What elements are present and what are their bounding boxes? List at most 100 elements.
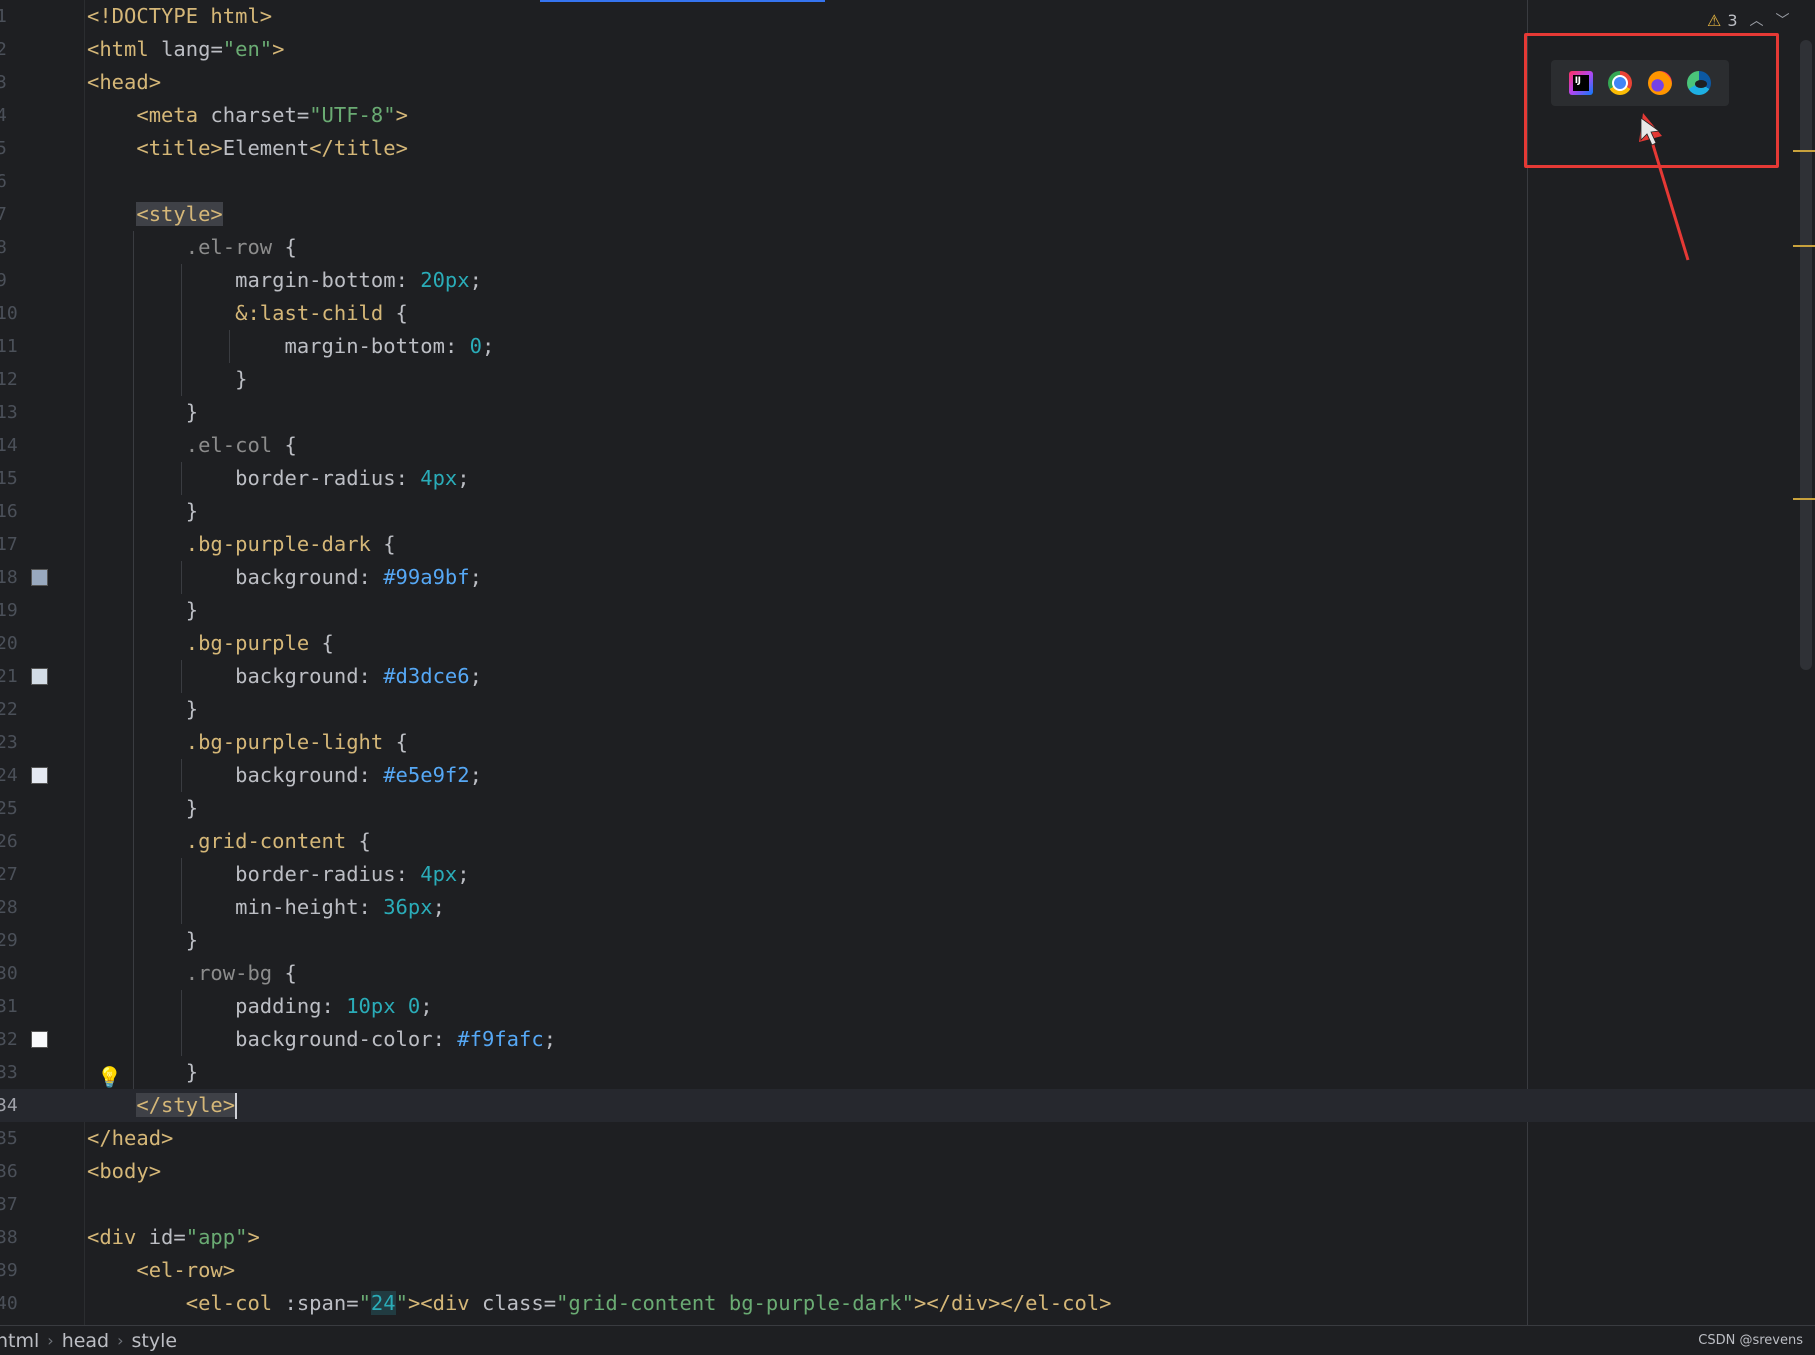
breadcrumb-item[interactable]: head [54,1330,117,1352]
code-line[interactable]: 16 } [0,495,1815,528]
line-number[interactable]: 32 [0,1023,26,1056]
line-number[interactable]: 38 [0,1221,26,1254]
annotation-highlight-box [1524,33,1779,168]
code-line[interactable]: 7 <style> [0,198,1815,231]
error-stripe-marker[interactable] [1793,498,1815,500]
line-number[interactable]: 21 [0,660,26,693]
code-line[interactable]: 10 &:last-child { [0,297,1815,330]
line-number[interactable]: 22 [0,693,26,726]
line-number[interactable]: 28 [0,891,26,924]
line-number[interactable]: 7 [0,198,26,231]
line-number[interactable]: 2 [0,33,26,66]
code-line[interactable]: 23 .bg-purple-light { [0,726,1815,759]
line-number[interactable]: 35 [0,1122,26,1155]
code-line[interactable]: 33 💡 } [0,1056,1815,1089]
code-line[interactable]: 18 background: #99a9bf; [0,561,1815,594]
code-line[interactable]: 15 border-radius: 4px; [0,462,1815,495]
code-line[interactable]: 12 } [0,363,1815,396]
code-line[interactable]: 35 </head> [0,1122,1815,1155]
line-number[interactable]: 24 [0,759,26,792]
line-number[interactable]: 19 [0,594,26,627]
code-line[interactable]: 8 .el-row { [0,231,1815,264]
breadcrumb-item[interactable]: style [124,1330,186,1352]
line-number[interactable]: 26 [0,825,26,858]
color-swatch-icon[interactable] [31,1031,48,1048]
code-line[interactable]: 39 <el-row> [0,1254,1815,1287]
breadcrumb-item[interactable]: html [0,1330,47,1352]
code-line[interactable]: 20 .bg-purple { [0,627,1815,660]
code-line[interactable]: 34 </style> [0,1089,1815,1122]
code-line[interactable]: 24 background: #e5e9f2; [0,759,1815,792]
code-line[interactable]: 26 .grid-content { [0,825,1815,858]
line-number[interactable]: 33 [0,1056,26,1089]
line-number[interactable]: 13 [0,396,26,429]
code-text: <el-row> [87,1254,235,1287]
code-token: = [346,1291,359,1315]
code-line[interactable]: 30 .row-bg { [0,957,1815,990]
line-number[interactable]: 9 [0,264,26,297]
code-line[interactable]: 9 margin-bottom: 20px; [0,264,1815,297]
line-number[interactable]: 40 [0,1287,26,1320]
chevron-up-icon[interactable]: ︿ [1750,10,1764,30]
code-line[interactable]: 28 min-height: 36px; [0,891,1815,924]
line-number[interactable]: 25 [0,792,26,825]
code-token: = [543,1291,557,1315]
line-number[interactable]: 29 [0,924,26,957]
line-number[interactable]: 31 [0,990,26,1023]
code-line[interactable]: 36 <body> [0,1155,1815,1188]
code-text: } [87,363,247,396]
line-number[interactable]: 23 [0,726,26,759]
color-swatch-icon[interactable] [31,569,48,586]
code-line[interactable]: 1 <!DOCTYPE html> [0,0,1815,33]
line-number[interactable]: 36 [0,1155,26,1188]
line-number[interactable]: 4 [0,99,26,132]
code-line[interactable]: 40 <el-col :span="24"><div class="grid-c… [0,1287,1815,1320]
code-token: ; [469,763,482,787]
line-number[interactable]: 1 [0,0,26,33]
code-editor[interactable]: 1 <!DOCTYPE html> 2 <html lang="en"> 3 <head>… [0,0,1815,1325]
code-line[interactable]: 37 [0,1188,1815,1221]
code-line[interactable]: 25 } [0,792,1815,825]
code-line[interactable]: 38 <div id="app"> [0,1221,1815,1254]
code-line[interactable]: 32 background-color: #f9fafc; [0,1023,1815,1056]
line-number[interactable]: 39 [0,1254,26,1287]
code-line[interactable]: 21 background: #d3dce6; [0,660,1815,693]
code-line[interactable]: 6 [0,165,1815,198]
code-text: border-radius: 4px; [87,462,470,495]
line-number[interactable]: 16 [0,495,26,528]
code-line[interactable]: 27 border-radius: 4px; [0,858,1815,891]
line-number[interactable]: 3 [0,66,26,99]
error-stripe-marker[interactable] [1793,245,1815,247]
code-line[interactable]: 19 } [0,594,1815,627]
line-number[interactable]: 5 [0,132,26,165]
vertical-scrollbar[interactable] [1800,40,1812,670]
line-number[interactable]: 10 [0,297,26,330]
code-line[interactable]: 22 } [0,693,1815,726]
code-line[interactable]: 13 } [0,396,1815,429]
code-text: background: #e5e9f2; [87,759,482,792]
line-number[interactable]: 15 [0,462,26,495]
line-number[interactable]: 8 [0,231,26,264]
color-swatch-icon[interactable] [31,668,48,685]
line-number[interactable]: 27 [0,858,26,891]
code-line[interactable]: 31 padding: 10px 0; [0,990,1815,1023]
line-number[interactable]: 37 [0,1188,26,1221]
chevron-down-icon[interactable]: ﹀ [1776,10,1790,30]
line-number[interactable]: 14 [0,429,26,462]
line-number[interactable]: 12 [0,363,26,396]
inspection-widget[interactable]: ⚠ 3 ︿ ﹀ [1707,8,1790,32]
line-number[interactable]: 34 [0,1089,26,1122]
line-number[interactable]: 18 [0,561,26,594]
line-number[interactable]: 17 [0,528,26,561]
line-number[interactable]: 30 [0,957,26,990]
line-number[interactable]: 11 [0,330,26,363]
color-swatch-icon[interactable] [31,767,48,784]
line-number[interactable]: 6 [0,165,26,198]
code-line[interactable]: 11 margin-bottom: 0; [0,330,1815,363]
line-number[interactable]: 20 [0,627,26,660]
code-line[interactable]: 29 } [0,924,1815,957]
code-token: } [185,598,199,622]
error-stripe-marker[interactable] [1793,150,1815,152]
code-line[interactable]: 14 .el-col { [0,429,1815,462]
code-line[interactable]: 17 .bg-purple-dark { [0,528,1815,561]
